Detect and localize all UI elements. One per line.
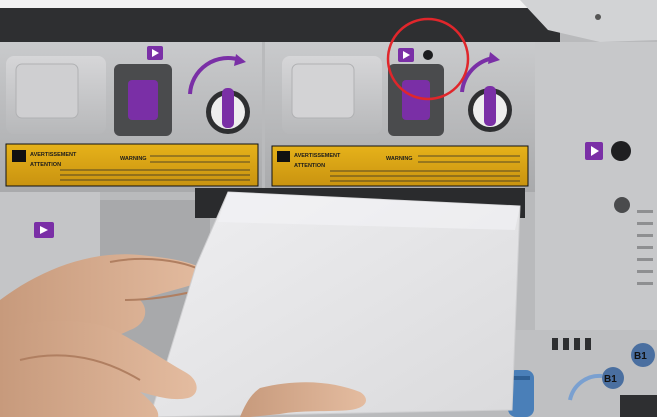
lower-mechanism: B1 B1 bbox=[508, 330, 657, 417]
svg-text:AVERTISSEMENT: AVERTISSEMENT bbox=[294, 153, 341, 159]
svg-text:WARNING: WARNING bbox=[386, 156, 413, 162]
release-hole bbox=[423, 50, 433, 60]
printer-photo: AVERTISSEMENT ATTENTION WARNING AVERTISS… bbox=[0, 0, 657, 417]
svg-text:ATTENTION: ATTENTION bbox=[294, 163, 325, 169]
right-side-panel bbox=[535, 42, 657, 372]
svg-text:ATTENTION: ATTENTION bbox=[30, 162, 61, 168]
warning-label-left: AVERTISSEMENT ATTENTION WARNING bbox=[5, 143, 259, 187]
svg-text:WARNING: WARNING bbox=[120, 156, 147, 162]
warning-label-right: AVERTISSEMENT ATTENTION WARNING bbox=[271, 145, 529, 187]
svg-text:B1: B1 bbox=[634, 351, 647, 362]
svg-text:B1: B1 bbox=[604, 374, 617, 385]
svg-text:AVERTISSEMENT: AVERTISSEMENT bbox=[30, 152, 77, 158]
